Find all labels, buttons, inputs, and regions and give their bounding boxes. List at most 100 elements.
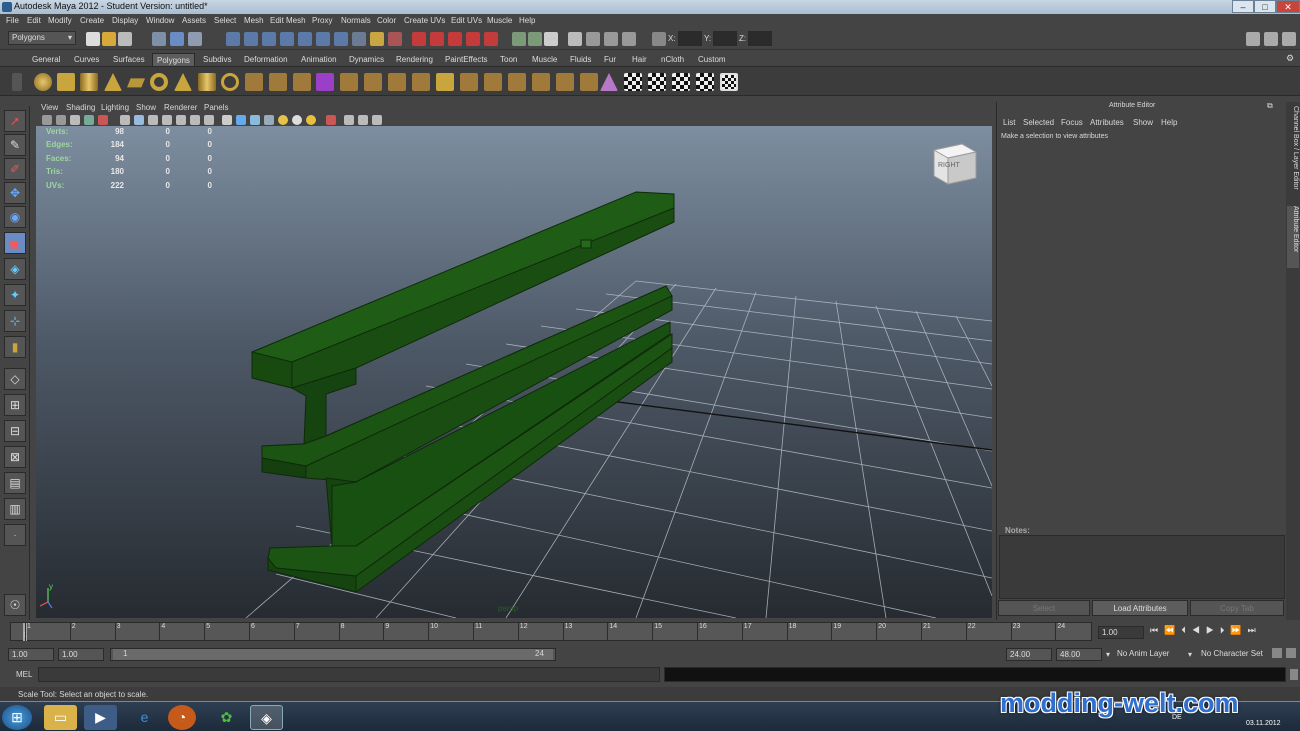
separate-icon[interactable] bbox=[269, 73, 287, 91]
shelf-settings-icon[interactable]: ⚙ bbox=[1286, 53, 1294, 64]
output-ops-icon[interactable] bbox=[528, 32, 542, 46]
shelf-tab-fluids[interactable]: Fluids bbox=[566, 53, 595, 66]
spherical-mapping-icon[interactable] bbox=[672, 73, 690, 91]
select-tool-icon[interactable]: ➚ bbox=[4, 110, 26, 132]
all-lights-icon[interactable] bbox=[292, 115, 302, 125]
select-camera-icon[interactable] bbox=[42, 115, 52, 125]
menu-normals[interactable]: Normals bbox=[341, 16, 371, 25]
poly-cube-icon[interactable] bbox=[57, 73, 75, 91]
field-chart-icon[interactable] bbox=[176, 115, 186, 125]
gate-mask-icon[interactable] bbox=[162, 115, 172, 125]
attr-menu-help[interactable]: Help bbox=[1161, 118, 1177, 127]
notes-textarea[interactable] bbox=[999, 535, 1285, 599]
soft-modification-icon[interactable]: ✦ bbox=[4, 284, 26, 306]
scale-tool-icon[interactable]: ▣ bbox=[4, 232, 26, 254]
select-by-object-icon[interactable] bbox=[170, 32, 184, 46]
shelf-tab-painteffects[interactable]: PaintEffects bbox=[441, 53, 492, 66]
select-rendering-icon[interactable] bbox=[334, 32, 348, 46]
open-scene-icon[interactable] bbox=[102, 32, 116, 46]
mirror-cut-icon[interactable] bbox=[436, 73, 454, 91]
poly-cone-icon[interactable] bbox=[104, 73, 122, 91]
poly-cylinder-icon[interactable] bbox=[80, 73, 98, 91]
anim-layer-chevron-icon[interactable]: ▾ bbox=[1106, 650, 1110, 659]
toggle-attribute-editor-icon[interactable] bbox=[1282, 32, 1296, 46]
media-player-taskbar-icon[interactable]: ▶ bbox=[84, 705, 117, 730]
ipr-render-icon[interactable] bbox=[604, 32, 618, 46]
shelf-tab-toon[interactable]: Toon bbox=[496, 53, 521, 66]
hypershade-layout-icon[interactable]: ▤ bbox=[4, 472, 26, 494]
select-button[interactable]: Select bbox=[998, 600, 1090, 616]
safe-action-icon[interactable] bbox=[190, 115, 200, 125]
camera-attributes-icon[interactable] bbox=[56, 115, 66, 125]
shelf-tab-rendering[interactable]: Rendering bbox=[392, 53, 437, 66]
current-time-field[interactable]: 1.00 bbox=[1098, 626, 1144, 639]
select-deformations-icon[interactable] bbox=[298, 32, 312, 46]
render-settings-icon[interactable] bbox=[622, 32, 636, 46]
menu-color[interactable]: Color bbox=[377, 16, 396, 25]
copy-tab-button[interactable]: Copy Tab bbox=[1190, 600, 1284, 616]
snap-grid-icon[interactable] bbox=[412, 32, 426, 46]
menu-help[interactable]: Help bbox=[519, 16, 535, 25]
image-plane-icon[interactable] bbox=[84, 115, 94, 125]
step-forward-frame-icon[interactable]: ⏵ bbox=[1220, 625, 1231, 635]
snap-view-plane-icon[interactable] bbox=[466, 32, 480, 46]
perspective-viewport[interactable]: RIGHT y persp Verts: 98 0 0 Edges: 184 0… bbox=[36, 126, 992, 618]
show-manipulator-icon[interactable]: ⊹ bbox=[4, 310, 26, 332]
menu-create[interactable]: Create bbox=[80, 16, 104, 25]
smooth-icon[interactable] bbox=[316, 73, 334, 91]
go-to-end-icon[interactable]: ⏭ bbox=[1248, 625, 1262, 635]
shelf-tab-custom[interactable]: Custom bbox=[694, 53, 730, 66]
extract-icon[interactable] bbox=[293, 73, 311, 91]
anim-layer-dropdown[interactable]: No Anim Layer bbox=[1114, 648, 1184, 661]
render-view-icon[interactable] bbox=[568, 32, 582, 46]
panel-menu-shading[interactable]: Shading bbox=[66, 103, 95, 112]
last-used-tool-icon[interactable]: ▮ bbox=[4, 336, 26, 358]
single-perspective-layout-icon[interactable]: ◇ bbox=[4, 368, 26, 390]
planar-mapping-icon[interactable] bbox=[624, 73, 642, 91]
panel-menu-lighting[interactable]: Lighting bbox=[101, 103, 129, 112]
z-field[interactable] bbox=[748, 31, 772, 46]
mirror-icon[interactable] bbox=[412, 73, 430, 91]
input-ops-icon[interactable] bbox=[512, 32, 526, 46]
persp-graph-hypergraph-icon[interactable]: ▥ bbox=[4, 498, 26, 520]
select-by-hierarchy-icon[interactable] bbox=[152, 32, 166, 46]
boolean-intersection-icon[interactable] bbox=[388, 73, 406, 91]
step-forward-key-icon[interactable]: ⏩ bbox=[1230, 625, 1247, 635]
lock-selection-icon[interactable] bbox=[370, 32, 384, 46]
persp-graph-layout-icon[interactable]: ⊠ bbox=[4, 446, 26, 468]
film-gate-icon[interactable] bbox=[134, 115, 144, 125]
maximize-button[interactable]: □ bbox=[1254, 0, 1276, 13]
uv-texture-editor-icon[interactable] bbox=[720, 73, 738, 91]
menu-proxy[interactable]: Proxy bbox=[312, 16, 332, 25]
menu-modify[interactable]: Modify bbox=[48, 16, 72, 25]
playback-end-field[interactable]: 24.00 bbox=[1006, 648, 1052, 661]
poly-plane-icon[interactable] bbox=[127, 78, 145, 88]
panel-menu-view[interactable]: View bbox=[41, 103, 58, 112]
wireframe-on-shaded-icon[interactable] bbox=[250, 115, 260, 125]
range-slider-handle[interactable] bbox=[113, 649, 553, 660]
auto-key-icon[interactable] bbox=[1272, 648, 1282, 658]
paint-select-tool-icon[interactable]: ✐ bbox=[4, 158, 26, 180]
select-dynamics-icon[interactable] bbox=[316, 32, 330, 46]
step-back-key-icon[interactable]: ⏪ bbox=[1164, 625, 1181, 635]
append-polygon-icon[interactable] bbox=[508, 73, 526, 91]
attr-menu-selected[interactable]: Selected bbox=[1023, 118, 1054, 127]
panel-menu-show[interactable]: Show bbox=[136, 103, 156, 112]
char-set-chevron-icon[interactable]: ▾ bbox=[1188, 650, 1192, 659]
menu-edit-mesh[interactable]: Edit Mesh bbox=[270, 16, 306, 25]
cylindrical-mapping-icon[interactable] bbox=[648, 73, 666, 91]
share-icon[interactable] bbox=[372, 115, 382, 125]
four-view-layout-icon[interactable]: ⊞ bbox=[4, 394, 26, 416]
float-panel-icon[interactable]: ⧉ bbox=[1267, 101, 1273, 111]
snap-curve-icon[interactable] bbox=[430, 32, 444, 46]
start-button-icon[interactable]: ⊞ bbox=[2, 705, 32, 730]
make-live-icon[interactable] bbox=[484, 32, 498, 46]
menu-mesh[interactable]: Mesh bbox=[244, 16, 264, 25]
snap-point-icon[interactable] bbox=[448, 32, 462, 46]
attr-menu-show[interactable]: Show bbox=[1133, 118, 1153, 127]
bridge-icon[interactable] bbox=[484, 73, 502, 91]
shelf-menu-icon[interactable] bbox=[12, 73, 22, 91]
x-field[interactable] bbox=[678, 31, 702, 46]
poly-helix-icon[interactable] bbox=[221, 73, 239, 91]
tab-attribute-editor[interactable]: Attribute Editor bbox=[1287, 206, 1299, 268]
